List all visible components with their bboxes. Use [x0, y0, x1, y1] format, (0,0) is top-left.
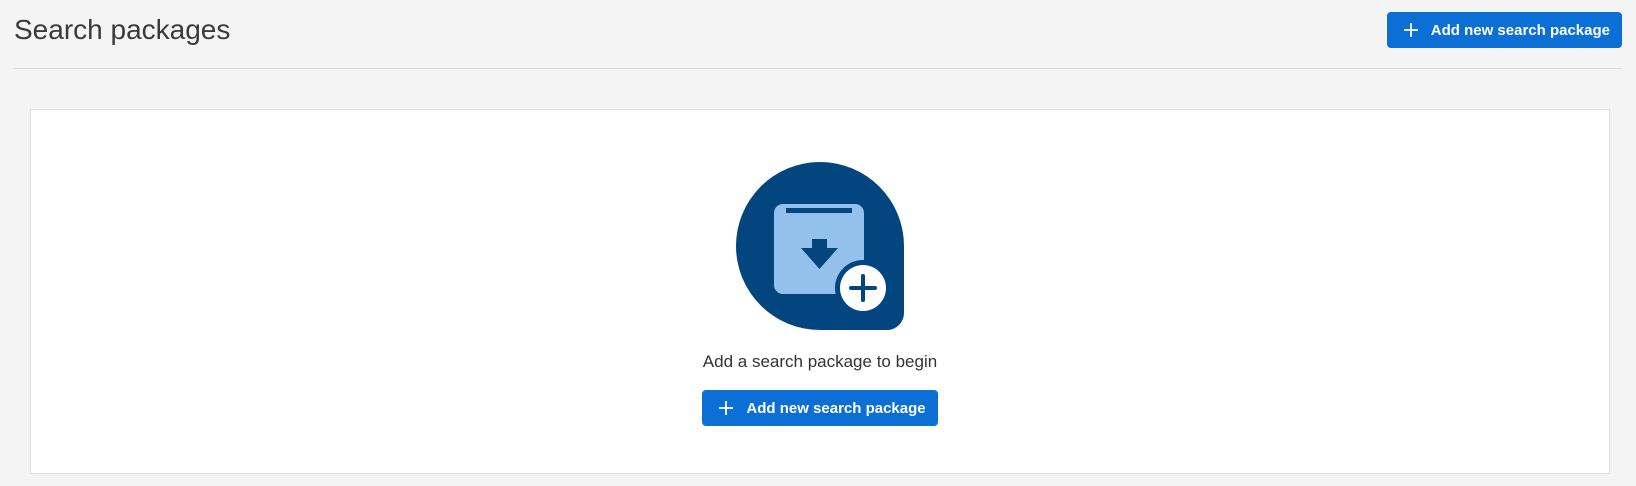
add-search-package-button-header[interactable]: Add new search package [1386, 12, 1622, 48]
empty-state-message: Add a search package to begin [702, 352, 938, 371]
plus-icon [1403, 23, 1418, 37]
add-search-package-label: Add new search package [1430, 21, 1610, 39]
add-search-package-label: Add new search package [746, 399, 926, 417]
empty-state-card: Add a search package to begin Add new se… [30, 109, 1610, 474]
empty-state: Add a search package to begin Add new se… [31, 158, 1609, 426]
package-add-icon [736, 162, 904, 330]
page-header: Search packages Add new search package [14, 0, 1622, 69]
plus-icon [719, 401, 734, 415]
add-search-package-button[interactable]: Add new search package [702, 390, 938, 426]
page-title: Search packages [14, 14, 231, 45]
